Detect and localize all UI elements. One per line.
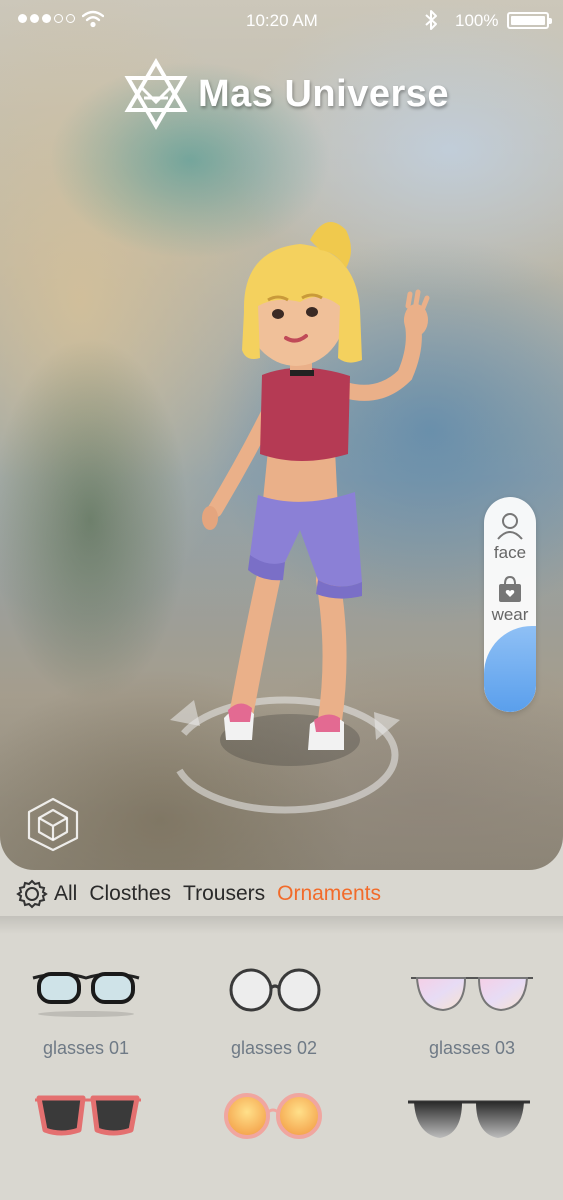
tab-clothes[interactable]: Closthes	[89, 882, 171, 906]
app-title: Mas Universe	[198, 72, 450, 115]
item-glasses-01[interactable]: glasses 01	[11, 960, 161, 1059]
item-label: glasses 01	[42, 1038, 130, 1058]
glasses-aviator-dark-icon	[408, 1100, 530, 1138]
face-label: face	[493, 543, 527, 562]
glasses-round-wire-icon	[229, 968, 321, 1012]
item-glasses-03[interactable]: glasses 03	[397, 960, 547, 1059]
status-bar: 10:20 AM 100%	[0, 0, 563, 42]
category-tabs: All Closthes Trousers Ornaments	[0, 872, 563, 916]
item-red-sunglasses[interactable]	[13, 1090, 163, 1158]
settings-gear-icon[interactable]	[16, 878, 48, 910]
avatar-character[interactable]	[150, 210, 450, 770]
battery-icon	[507, 12, 552, 29]
battery-percentage: 100%	[455, 11, 499, 30]
clock: 10:20 AM	[246, 11, 318, 30]
item-orange-round[interactable]	[197, 1090, 347, 1158]
app-logo: Mas Universe	[122, 58, 449, 130]
bluetooth-icon	[425, 10, 437, 30]
item-label: glasses 02	[230, 1038, 318, 1058]
face-button[interactable]: face	[484, 511, 536, 563]
glasses-clear-black-icon	[32, 972, 140, 1017]
tab-ornaments[interactable]: Ornaments	[277, 882, 381, 906]
wifi-icon	[82, 10, 104, 28]
glasses-orange-round-icon	[224, 1093, 322, 1139]
logo-mark-icon	[124, 58, 188, 130]
shopping-bag-icon	[499, 575, 521, 602]
glasses-red-sunglasses-icon	[35, 1095, 141, 1136]
ar-cube-icon[interactable]	[26, 796, 80, 852]
wear-label: wear	[491, 605, 529, 624]
side-control-panel[interactable]: face wear	[484, 497, 536, 712]
tab-all[interactable]: All	[54, 882, 77, 906]
item-label: glasses 03	[428, 1038, 516, 1058]
item-aviator-dark[interactable]	[394, 1090, 544, 1162]
signal-strength-icon	[18, 14, 75, 23]
face-icon	[497, 513, 523, 540]
item-glasses-02[interactable]: glasses 02	[199, 960, 349, 1059]
glasses-aviator-iridescent-icon	[411, 977, 533, 1012]
wear-button[interactable]: wear	[484, 575, 536, 625]
ornament-grid: glasses 01 glasses 02 glasses 03	[0, 930, 563, 1200]
tab-trousers[interactable]: Trousers	[183, 882, 265, 906]
avatar-scene[interactable]: 10:20 AM 100% Mas Universe face wear	[0, 0, 563, 870]
side-slider-fill[interactable]	[484, 626, 536, 712]
